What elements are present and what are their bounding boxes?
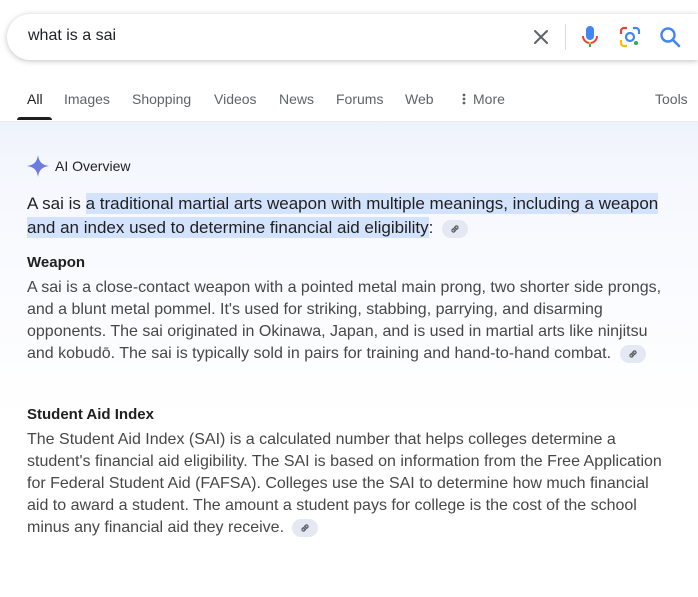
section-body-weapon: A sai is a close-contact weapon with a p… [27,277,667,365]
lead-prefix: A sai is [27,194,86,213]
tab-news[interactable]: News [279,91,314,107]
weapon-text: A sai is a close-contact weapon with a p… [27,279,662,362]
source-link-chip[interactable] [292,518,319,537]
lead-suffix: : [428,218,434,237]
link-icon [628,350,637,358]
tab-shopping[interactable]: Shopping [132,91,191,107]
tab-web[interactable]: Web [405,91,434,107]
section-title-student-aid-index: Student Aid Index [27,406,154,423]
link-icon [301,524,310,532]
search-icon[interactable] [656,23,684,51]
sai-text: The Student Aid Index (SAI) is a calcula… [27,431,662,536]
search-bar: what is a sai [7,14,698,60]
search-divider [565,24,566,50]
search-input[interactable]: what is a sai [28,27,116,45]
ai-overview-label: AI Overview [55,158,131,174]
section-body-student-aid-index: The Student Aid Index (SAI) is a calcula… [27,429,667,539]
lead-highlight: a traditional martial arts weapon with m… [27,193,659,238]
tab-forums[interactable]: Forums [336,91,383,107]
clear-icon[interactable] [527,23,555,51]
sparkle-icon [27,155,49,177]
tab-more[interactable]: More [461,91,505,107]
source-link-chip[interactable] [619,344,646,363]
section-title-weapon: Weapon [27,254,86,271]
tools-button[interactable]: Tools [655,91,688,107]
ai-overview-header: AI Overview [27,155,130,177]
overview-lead: A sai is a traditional martial arts weap… [27,192,667,240]
tab-all[interactable]: All [27,91,43,107]
tab-more-label: More [473,91,505,107]
more-vert-icon [462,93,466,105]
search-tabs: All Images Shopping Videos News Forums W… [0,80,698,122]
source-link-chip[interactable] [442,219,469,238]
tab-images[interactable]: Images [64,91,110,107]
tab-videos[interactable]: Videos [214,91,257,107]
ai-overview: AI Overview A sai is a traditional marti… [0,122,698,597]
link-icon [451,224,459,233]
microphone-icon[interactable] [576,23,604,51]
active-tab-indicator [17,117,52,120]
lens-icon[interactable] [616,23,644,51]
